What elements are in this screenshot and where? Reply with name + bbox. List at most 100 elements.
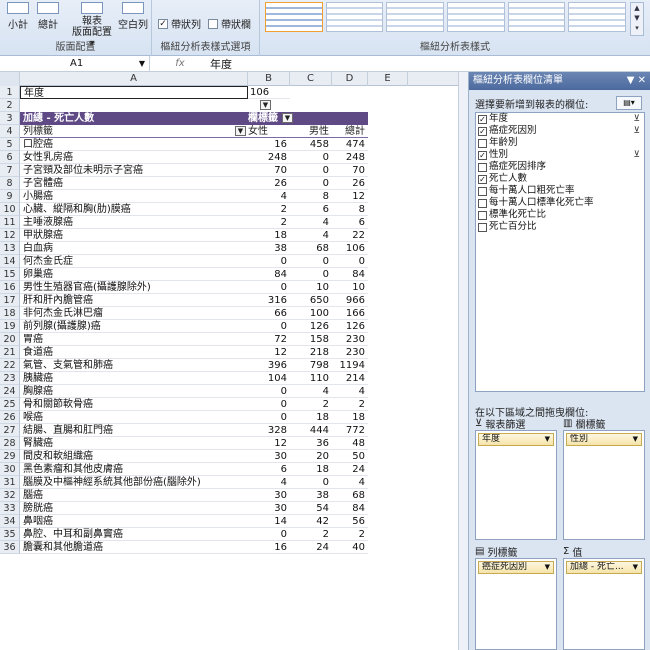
male-value[interactable]: 650: [290, 294, 332, 307]
row-label[interactable]: 膽囊和其他膽道癌: [20, 541, 248, 554]
female-value[interactable]: 16: [248, 541, 290, 554]
female-value[interactable]: 66: [248, 307, 290, 320]
total-value[interactable]: 24: [332, 463, 368, 476]
values-zone[interactable]: 加總 - 死亡... ▼: [563, 558, 645, 650]
male-value[interactable]: 24: [290, 541, 332, 554]
female-value[interactable]: 16: [248, 138, 290, 151]
field-item[interactable]: 死亡百分比: [476, 221, 644, 233]
worksheet-grid[interactable]: A B C D E 1 年度 106▼ 2 3 加總 - 死亡人數 欄標籤 ▼ 4 列標籤 ▼ 女性男…: [0, 72, 458, 650]
male-value[interactable]: 20: [290, 450, 332, 463]
female-value[interactable]: 12: [248, 346, 290, 359]
female-value[interactable]: 0: [248, 528, 290, 541]
female-value[interactable]: 30: [248, 450, 290, 463]
row-header[interactable]: 22: [0, 359, 20, 372]
field-item[interactable]: 每十萬人口粗死亡率: [476, 185, 644, 197]
male-value[interactable]: 10: [290, 281, 332, 294]
row-header[interactable]: 9: [0, 190, 20, 203]
row-chip[interactable]: 癌症死因別 ▼: [478, 561, 554, 574]
vertical-scrollbar[interactable]: [458, 72, 468, 650]
male-value[interactable]: 126: [290, 320, 332, 333]
row-label[interactable]: 腦癌: [20, 489, 248, 502]
total-value[interactable]: 68: [332, 489, 368, 502]
female-value[interactable]: 2: [248, 216, 290, 229]
filter-dropdown-icon[interactable]: ▼: [282, 113, 293, 123]
row-label[interactable]: 胰臟癌: [20, 372, 248, 385]
column-labels-zone[interactable]: 性別 ▼: [563, 430, 645, 540]
male-value[interactable]: 6: [290, 203, 332, 216]
row-header[interactable]: 4: [0, 125, 20, 138]
row-header[interactable]: 19: [0, 320, 20, 333]
row-header[interactable]: 2: [0, 99, 20, 112]
female-value[interactable]: 12: [248, 437, 290, 450]
row-header[interactable]: 27: [0, 424, 20, 437]
male-value[interactable]: 2: [290, 528, 332, 541]
column-chip[interactable]: 性別 ▼: [566, 433, 642, 446]
total-value[interactable]: 966: [332, 294, 368, 307]
total-value[interactable]: 10: [332, 281, 368, 294]
female-value[interactable]: 4: [248, 476, 290, 489]
row-header[interactable]: 29: [0, 450, 20, 463]
chevron-down-icon[interactable]: ▼: [633, 434, 638, 445]
row-header[interactable]: 34: [0, 515, 20, 528]
row-header[interactable]: 7: [0, 164, 20, 177]
column-header-b[interactable]: B: [248, 72, 290, 86]
male-value[interactable]: 458: [290, 138, 332, 151]
row-header[interactable]: 35: [0, 528, 20, 541]
total-value[interactable]: 474: [332, 138, 368, 151]
field-item[interactable]: ✓ 癌症死因別 ⊻: [476, 125, 644, 137]
female-value[interactable]: 26: [248, 177, 290, 190]
row-label[interactable]: 間皮和軟組織癌: [20, 450, 248, 463]
total-value[interactable]: 4: [332, 385, 368, 398]
row-header[interactable]: 26: [0, 411, 20, 424]
total-value[interactable]: 230: [332, 333, 368, 346]
row-header[interactable]: 1: [0, 86, 20, 99]
row-label[interactable]: 白血病: [20, 242, 248, 255]
total-value[interactable]: 84: [332, 268, 368, 281]
row-header[interactable]: 25: [0, 398, 20, 411]
female-value[interactable]: 0: [248, 385, 290, 398]
male-value[interactable]: 0: [290, 268, 332, 281]
male-value[interactable]: 38: [290, 489, 332, 502]
female-value[interactable]: 0: [248, 411, 290, 424]
filter-dropdown-icon[interactable]: ▼: [235, 126, 246, 136]
row-label[interactable]: 腦膜及中樞神經系統其他部份癌(腦除外): [20, 476, 248, 489]
report-filter-zone[interactable]: 年度 ▼: [475, 430, 557, 540]
field-item[interactable]: ✓ 性別 ⊻: [476, 149, 644, 161]
row-header[interactable]: 14: [0, 255, 20, 268]
total-value[interactable]: 8: [332, 203, 368, 216]
male-value[interactable]: 36: [290, 437, 332, 450]
row-label[interactable]: 甲狀腺癌: [20, 229, 248, 242]
row-label[interactable]: 鼻腔、中耳和副鼻竇癌: [20, 528, 248, 541]
male-value[interactable]: 54: [290, 502, 332, 515]
female-value[interactable]: 396: [248, 359, 290, 372]
male-value[interactable]: 18: [290, 463, 332, 476]
row-label[interactable]: 鼻咽癌: [20, 515, 248, 528]
total-value[interactable]: 84: [332, 502, 368, 515]
checkbox-unchecked-icon[interactable]: [478, 162, 487, 172]
row-header[interactable]: 23: [0, 372, 20, 385]
row-label[interactable]: 前列腺(攝護腺)癌: [20, 320, 248, 333]
total-value[interactable]: 18: [332, 411, 368, 424]
row-label[interactable]: 何杰金氏症: [20, 255, 248, 268]
cell-a1[interactable]: 年度: [20, 86, 248, 99]
total-value[interactable]: 166: [332, 307, 368, 320]
column-labels-header[interactable]: 欄標籤 ▼: [248, 112, 368, 125]
male-value[interactable]: 0: [290, 164, 332, 177]
row-header[interactable]: 3: [0, 112, 20, 125]
male-value[interactable]: 0: [290, 151, 332, 164]
checkbox-unchecked-icon[interactable]: [478, 138, 487, 148]
row-header[interactable]: 13: [0, 242, 20, 255]
female-value[interactable]: 4: [248, 190, 290, 203]
row-header[interactable]: 18: [0, 307, 20, 320]
row-header[interactable]: 21: [0, 346, 20, 359]
female-value[interactable]: 0: [248, 398, 290, 411]
male-value[interactable]: 4: [290, 216, 332, 229]
total-value[interactable]: 40: [332, 541, 368, 554]
filter-chip[interactable]: 年度 ▼: [478, 433, 554, 446]
field-item[interactable]: 每十萬人口標準化死亡率: [476, 197, 644, 209]
chevron-down-icon[interactable]: ▼: [545, 562, 550, 573]
field-item[interactable]: ✓ 死亡人數: [476, 173, 644, 185]
row-labels-header[interactable]: 列標籤 ▼: [20, 125, 248, 138]
row-label[interactable]: 小腸癌: [20, 190, 248, 203]
layout-options-button[interactable]: ▤▾: [616, 96, 642, 110]
